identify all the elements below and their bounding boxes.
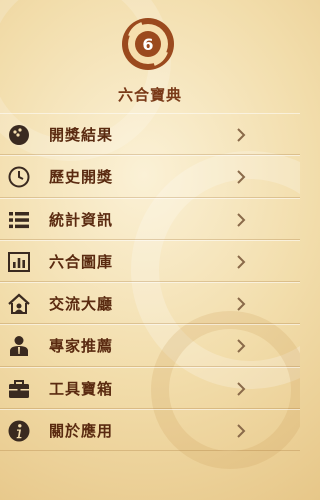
menu-item-label: 統計資訊 [49, 210, 114, 229]
menu-item-label: 關於應用 [49, 422, 114, 441]
chevron-right-icon [237, 212, 246, 227]
home-chat-icon [8, 293, 30, 315]
menu-item-label: 專家推薦 [49, 337, 114, 356]
chevron-right-icon [237, 128, 246, 142]
menu-item-gallery[interactable]: 六合圖庫 [0, 239, 300, 283]
chevron-right-icon [237, 170, 246, 185]
menu-item-toolbox[interactable]: 工具寶箱 [0, 366, 300, 410]
menu-item-community[interactable]: 交流大廳 [0, 282, 300, 325]
chevron-right-icon [237, 297, 246, 311]
menu-item-expert-picks[interactable]: 專家推薦 [0, 324, 300, 367]
menu-item-label: 開獎結果 [49, 126, 114, 144]
info-icon [8, 420, 30, 442]
menu-item-label: 歷史開獎 [49, 168, 114, 187]
app-title: 六合寶典 [117, 86, 182, 104]
toolbox-icon [9, 379, 29, 398]
chevron-right-icon [237, 424, 246, 438]
ball-icon [9, 125, 29, 145]
clock-icon [8, 166, 30, 188]
lottery-ball-logo-icon: 6 [122, 18, 174, 70]
menu-item-label: 工具寶箱 [49, 379, 114, 398]
chart-icon [8, 251, 30, 272]
main-menu: 開獎結果 歷史開獎 統計資訊 六合圖庫 交流大廳 專家推薦 工具寶箱 關於應用 [0, 113, 300, 452]
logo-number: 6 [142, 35, 153, 54]
menu-item-draw-results[interactable]: 開獎結果 [0, 113, 300, 156]
expert-icon [10, 336, 28, 357]
chevron-right-icon [237, 339, 246, 354]
chevron-right-icon [237, 382, 246, 396]
menu-item-statistics[interactable]: 統計資訊 [0, 197, 300, 240]
menu-item-label: 六合圖庫 [49, 252, 114, 271]
list-icon [9, 211, 29, 228]
menu-item-history[interactable]: 歷史開獎 [0, 155, 300, 198]
app-header: 6 六合寶典 [0, 0, 300, 118]
menu-item-label: 交流大廳 [49, 295, 114, 314]
chevron-right-icon [237, 255, 246, 269]
menu-item-about[interactable]: 關於應用 [0, 409, 300, 452]
